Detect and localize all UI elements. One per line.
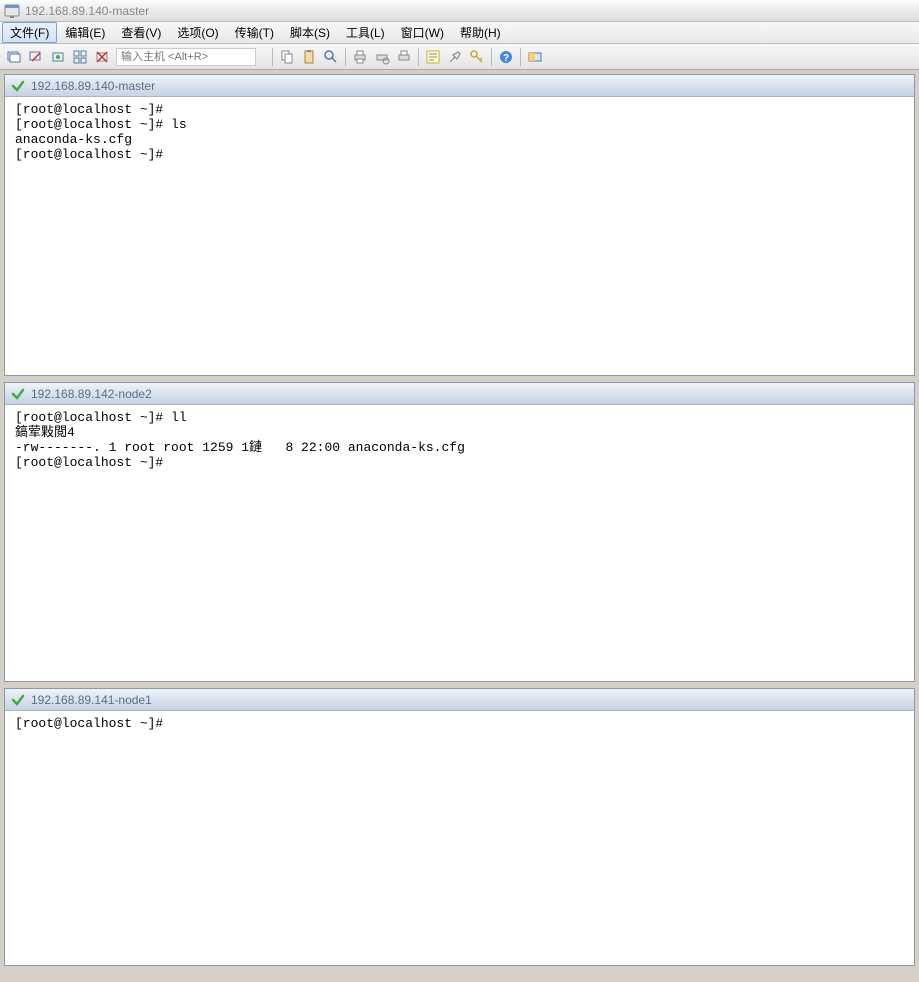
copy-icon[interactable] bbox=[277, 47, 297, 67]
window-title: 192.168.89.140-master bbox=[25, 4, 149, 18]
window-titlebar: 192.168.89.140-master bbox=[0, 0, 919, 22]
find-icon[interactable] bbox=[321, 47, 341, 67]
terminal-panel-master: 192.168.89.140-master [root@localhost ~]… bbox=[4, 74, 915, 376]
svg-text:?: ? bbox=[503, 53, 509, 64]
toolbar-separator bbox=[272, 48, 273, 66]
toolbar-separator bbox=[520, 48, 521, 66]
toolbar-separator bbox=[418, 48, 419, 66]
properties-icon[interactable] bbox=[423, 47, 443, 67]
menu-file[interactable]: 文件(F) bbox=[2, 22, 57, 43]
terminal-output[interactable]: [root@localhost ~]# ll 鎬荤敤閲4 -rw-------.… bbox=[5, 405, 914, 681]
menu-edit[interactable]: 编辑(E) bbox=[57, 22, 113, 43]
delete-icon[interactable] bbox=[92, 47, 112, 67]
connected-icon bbox=[11, 693, 25, 707]
panel-title: 192.168.89.142-node2 bbox=[31, 387, 152, 401]
menu-transfer[interactable]: 传输(T) bbox=[227, 22, 282, 43]
toolbar-separator bbox=[345, 48, 346, 66]
terminal-panel-node1: 192.168.89.141-node1 [root@localhost ~]# bbox=[4, 688, 915, 966]
help-icon[interactable]: ? bbox=[496, 47, 516, 67]
panel-header[interactable]: 192.168.89.140-master bbox=[5, 75, 914, 97]
paste-icon[interactable] bbox=[299, 47, 319, 67]
menu-view[interactable]: 查看(V) bbox=[113, 22, 169, 43]
menu-options[interactable]: 选项(O) bbox=[169, 22, 226, 43]
print-icon[interactable] bbox=[350, 47, 370, 67]
key-icon[interactable] bbox=[467, 47, 487, 67]
terminal-panel-node2: 192.168.89.142-node2 [root@localhost ~]#… bbox=[4, 382, 915, 682]
panel-title: 192.168.89.140-master bbox=[31, 79, 155, 93]
toolbar: ? bbox=[0, 44, 919, 70]
terminal-panels: 192.168.89.140-master [root@localhost ~]… bbox=[0, 70, 919, 982]
toolbar-separator bbox=[491, 48, 492, 66]
host-input[interactable] bbox=[116, 48, 256, 66]
app-icon bbox=[4, 3, 20, 19]
toggle-icon[interactable] bbox=[525, 47, 545, 67]
print-setup-icon[interactable] bbox=[372, 47, 392, 67]
print-preview-icon[interactable] bbox=[394, 47, 414, 67]
connected-icon bbox=[11, 387, 25, 401]
terminal-output[interactable]: [root@localhost ~]# bbox=[5, 711, 914, 965]
connect-icon[interactable] bbox=[4, 47, 24, 67]
panel-header[interactable]: 192.168.89.141-node1 bbox=[5, 689, 914, 711]
reconnect-icon[interactable] bbox=[48, 47, 68, 67]
connected-icon bbox=[11, 79, 25, 93]
panel-title: 192.168.89.141-node1 bbox=[31, 693, 152, 707]
menu-window[interactable]: 窗口(W) bbox=[393, 22, 452, 43]
menu-script[interactable]: 脚本(S) bbox=[282, 22, 338, 43]
menu-help[interactable]: 帮助(H) bbox=[452, 22, 509, 43]
sessions-icon[interactable] bbox=[70, 47, 90, 67]
panel-header[interactable]: 192.168.89.142-node2 bbox=[5, 383, 914, 405]
terminal-output[interactable]: [root@localhost ~]# [root@localhost ~]# … bbox=[5, 97, 914, 375]
disconnect-icon[interactable] bbox=[26, 47, 46, 67]
settings-icon[interactable] bbox=[445, 47, 465, 67]
menu-tools[interactable]: 工具(L) bbox=[338, 22, 393, 43]
menubar: 文件(F) 编辑(E) 查看(V) 选项(O) 传输(T) 脚本(S) 工具(L… bbox=[0, 22, 919, 44]
